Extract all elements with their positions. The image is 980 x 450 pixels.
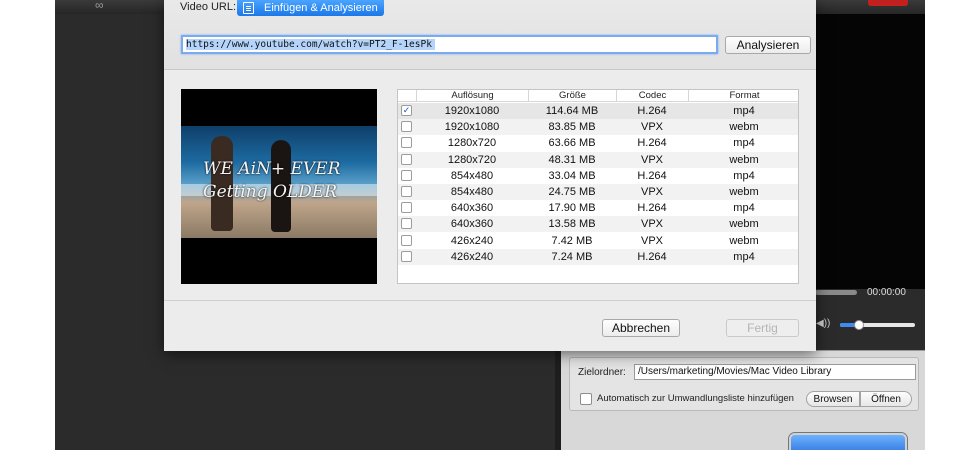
dest-folder-label: Zielordner:: [578, 367, 626, 378]
cell-codec: VPX: [640, 218, 663, 231]
thumbnail-scene: WE AiN+ EVER Getting OLDER: [181, 126, 377, 238]
dest-folder-field[interactable]: /Users/marketing/Movies/Mac Video Librar…: [634, 364, 916, 380]
cell-codec: VPX: [640, 234, 663, 247]
convert-button[interactable]: [789, 433, 907, 450]
row-checkbox[interactable]: [401, 234, 412, 246]
row-checkbox[interactable]: [401, 153, 412, 165]
row-checkbox[interactable]: [401, 137, 412, 149]
cell-resolution: 640x360: [450, 218, 494, 231]
volume-slider[interactable]: [840, 320, 915, 330]
browse-button[interactable]: Browsen: [806, 391, 860, 407]
app-record-button[interactable]: [868, 0, 908, 6]
cell-resolution: 1280x720: [447, 137, 497, 150]
thumbnail-caption: WE AiN+ EVER Getting OLDER: [203, 159, 341, 202]
cell-codec: H.264: [637, 250, 667, 263]
cell-size: 114.64 MB: [545, 105, 599, 117]
header-size[interactable]: Größe: [528, 90, 616, 102]
done-button[interactable]: Fertig: [726, 319, 799, 337]
analyze-button[interactable]: Analysieren: [725, 36, 811, 54]
paste-analyze-label: Einfügen & Analysieren: [264, 2, 378, 14]
video-url-label: Video URL:: [180, 1, 237, 13]
cell-format: mp4: [733, 105, 755, 117]
cell-resolution: 1920x1080: [444, 105, 500, 117]
cell-size: 48.31 MB: [548, 153, 596, 166]
header-checkbox-column: [398, 90, 416, 102]
table-row[interactable]: 1280x720 48.31 MB VPX webm: [398, 151, 798, 168]
cell-codec: H.264: [637, 105, 667, 117]
cell-format: mp4: [733, 169, 755, 182]
table-row[interactable]: ✓ 1920x1080 114.64 MB H.264 mp4: [398, 103, 798, 119]
cell-size: 7.24 MB: [551, 250, 593, 263]
header-resolution[interactable]: Auflösung: [416, 90, 528, 102]
video-thumbnail: WE AiN+ EVER Getting OLDER: [181, 89, 377, 284]
cell-codec: VPX: [640, 153, 663, 166]
cancel-button[interactable]: Abbrechen: [602, 319, 680, 337]
row-checkbox[interactable]: [401, 169, 412, 181]
cell-resolution: 854x480: [450, 186, 494, 198]
time-display: 00:00:00: [867, 287, 906, 298]
cell-codec: VPX: [640, 186, 663, 198]
url-download-dialog: Video URL: Einfügen & Analysieren https:…: [164, 0, 816, 351]
progress-track[interactable]: [815, 290, 857, 295]
cell-format: mp4: [733, 137, 755, 150]
output-settings-box: Zielordner: /Users/marketing/Movies/Mac …: [569, 357, 919, 411]
cell-size: 33.04 MB: [548, 169, 596, 182]
cell-format: mp4: [733, 202, 755, 215]
cell-format: webm: [729, 153, 759, 166]
row-checkbox[interactable]: ✓: [401, 105, 412, 116]
paste-icon: [243, 2, 254, 14]
app-logo-icon: ∞: [95, 0, 104, 12]
dialog-separator: [164, 300, 816, 301]
format-table: Auflösung Größe Codec Format ✓ 1920x1080 1…: [397, 89, 799, 284]
output-settings-panel: Zielordner: /Users/marketing/Movies/Mac …: [561, 350, 925, 450]
cell-size: 17.90 MB: [548, 202, 596, 215]
video-preview-pane: [815, 14, 925, 289]
table-row[interactable]: 426x240 7.42 MB VPX webm: [398, 233, 798, 249]
cell-resolution: 1920x1080: [444, 121, 500, 134]
video-url-input[interactable]: https://www.youtube.com/watch?v=PT2_F-1e…: [181, 35, 718, 54]
table-row[interactable]: 640x360 13.58 MB VPX webm: [398, 216, 798, 233]
cell-codec: VPX: [640, 121, 663, 134]
header-format[interactable]: Format: [688, 90, 798, 102]
cell-codec: H.264: [637, 202, 667, 215]
cell-size: 63.66 MB: [548, 137, 596, 150]
auto-add-checkbox[interactable]: [580, 393, 592, 405]
header-codec[interactable]: Codec: [616, 90, 688, 102]
paste-analyze-button[interactable]: Einfügen & Analysieren: [237, 0, 384, 16]
dialog-url-section: Video URL: Einfügen & Analysieren https:…: [164, 0, 816, 70]
table-row[interactable]: 426x240 7.24 MB H.264 mp4: [398, 248, 798, 265]
cell-format: webm: [729, 218, 759, 231]
cell-size: 24.75 MB: [548, 186, 596, 198]
cell-resolution: 854x480: [450, 169, 494, 182]
open-button[interactable]: Öffnen: [860, 391, 912, 407]
cell-size: 7.42 MB: [551, 234, 593, 247]
table-row[interactable]: 640x360 17.90 MB H.264 mp4: [398, 200, 798, 216]
table-row[interactable]: 854x480 24.75 MB VPX webm: [398, 184, 798, 200]
table-header: Auflösung Größe Codec Format: [398, 90, 798, 102]
row-checkbox[interactable]: [401, 186, 412, 197]
cell-format: webm: [729, 234, 759, 247]
cell-resolution: 426x240: [450, 234, 494, 247]
url-input-text: https://www.youtube.com/watch?v=PT2_F-1e…: [186, 39, 435, 50]
cell-codec: H.264: [637, 169, 667, 182]
cell-resolution: 1280x720: [447, 153, 497, 166]
row-checkbox[interactable]: [401, 218, 412, 230]
cell-format: webm: [729, 121, 759, 134]
volume-knob[interactable]: [853, 320, 864, 330]
table-row[interactable]: 854x480 33.04 MB H.264 mp4: [398, 168, 798, 184]
table-row[interactable]: 1920x1080 83.85 MB VPX webm: [398, 119, 798, 136]
table-row[interactable]: 1280x720 63.66 MB H.264 mp4: [398, 135, 798, 151]
row-checkbox[interactable]: [401, 121, 412, 133]
cell-size: 13.58 MB: [548, 218, 596, 231]
cell-format: mp4: [733, 250, 755, 263]
auto-add-label: Automatisch zur Umwandlungsliste hinzufü…: [597, 393, 794, 404]
cell-codec: H.264: [637, 137, 667, 150]
cell-resolution: 640x360: [450, 202, 494, 215]
cell-resolution: 426x240: [450, 250, 494, 263]
cell-format: webm: [729, 186, 759, 198]
row-checkbox[interactable]: [401, 202, 412, 214]
cell-size: 83.85 MB: [548, 121, 596, 134]
row-checkbox[interactable]: [401, 250, 412, 262]
speaker-icon[interactable]: ◀)): [816, 318, 830, 329]
